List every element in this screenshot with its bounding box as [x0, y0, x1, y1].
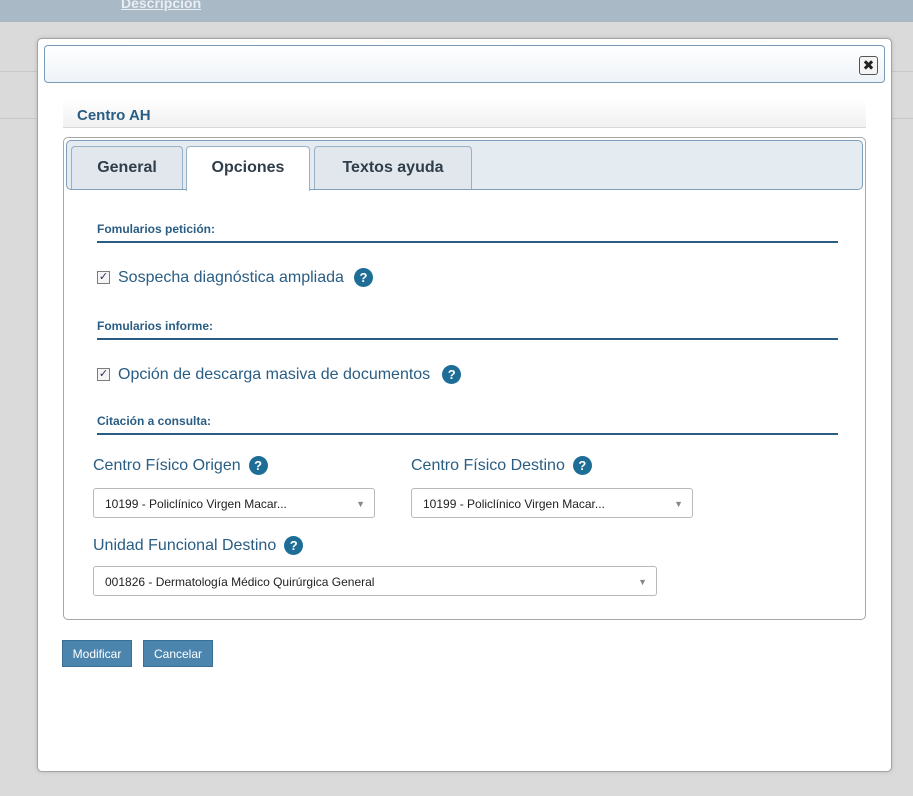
destino-label: Centro Físico Destino: [411, 456, 565, 474]
origen-field-label: Centro Físico Origen ?: [93, 456, 268, 475]
origen-label: Centro Físico Origen: [93, 456, 241, 474]
help-icon[interactable]: ?: [248, 456, 268, 475]
descarga-option: ✓ Opción de descarga masiva de documento…: [97, 365, 462, 384]
tab-textos-ayuda[interactable]: Textos ayuda: [314, 146, 472, 189]
section-title: Centro AH: [77, 107, 151, 124]
help-icon[interactable]: ?: [442, 365, 462, 384]
modificar-button[interactable]: Modificar: [62, 640, 132, 667]
origen-select-value: 10199 - Policlínico Virgen Macar...: [105, 497, 287, 511]
section-header: Centro AH: [63, 99, 866, 128]
destino-select[interactable]: 10199 - Policlínico Virgen Macar... ▼: [411, 488, 693, 518]
unidad-field-label: Unidad Funcional Destino ?: [93, 536, 304, 555]
help-icon[interactable]: ?: [353, 268, 373, 287]
descarga-label: Opción de descarga masiva de documentos: [118, 365, 431, 383]
origen-select[interactable]: 10199 - Policlínico Virgen Macar... ▼: [93, 488, 375, 518]
sospecha-label: Sospecha diagnóstica ampliada: [118, 268, 344, 286]
help-icon[interactable]: ?: [572, 456, 592, 475]
tab-bar: General Opciones Textos ayuda: [66, 140, 863, 191]
cancelar-button[interactable]: Cancelar: [143, 640, 213, 667]
unidad-label: Unidad Funcional Destino: [93, 536, 277, 554]
modal-titlebar: ✖: [44, 45, 885, 83]
chevron-down-icon: ▼: [356, 499, 365, 509]
tab-general[interactable]: General: [71, 146, 183, 189]
group-heading-informe: Fomularios informe:: [97, 319, 838, 340]
tab-panel: General Opciones Textos ayuda Fomularios…: [63, 137, 866, 620]
sospecha-checkbox[interactable]: ✓: [97, 271, 110, 284]
unidad-select[interactable]: 001826 - Dermatología Médico Quirúrgica …: [93, 566, 657, 596]
background-header: Descripción: [0, 0, 913, 22]
destino-select-value: 10199 - Policlínico Virgen Macar...: [423, 497, 605, 511]
tab-opciones[interactable]: Opciones: [186, 146, 310, 191]
sospecha-option: ✓ Sospecha diagnóstica ampliada ?: [97, 268, 373, 287]
help-icon[interactable]: ?: [284, 536, 304, 555]
unidad-select-value: 001826 - Dermatología Médico Quirúrgica …: [105, 575, 375, 589]
destino-field-label: Centro Físico Destino ?: [411, 456, 592, 475]
group-heading-peticion: Fomularios petición:: [97, 222, 838, 243]
close-icon[interactable]: ✖: [859, 56, 878, 75]
chevron-down-icon: ▼: [674, 499, 683, 509]
chevron-down-icon: ▼: [638, 577, 647, 587]
group-heading-citacion: Citación a consulta:: [97, 414, 838, 435]
descarga-checkbox[interactable]: ✓: [97, 368, 110, 381]
background-description-link[interactable]: Descripción: [121, 0, 201, 11]
